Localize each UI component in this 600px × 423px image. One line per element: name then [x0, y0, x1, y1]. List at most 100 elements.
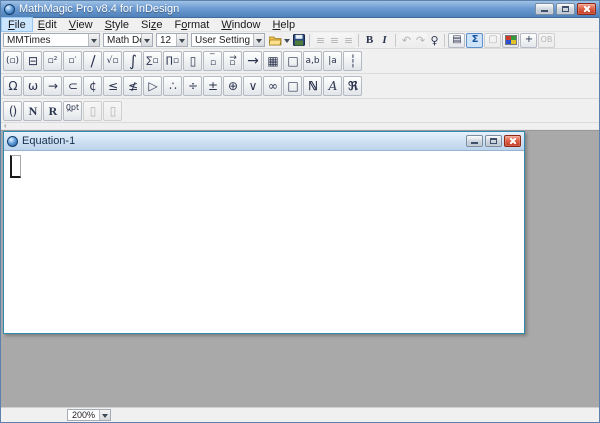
- menu-window[interactable]: Window: [215, 18, 266, 31]
- fence-style-button[interactable]: (): [3, 100, 22, 121]
- font-family-value: MMTimes: [7, 34, 51, 46]
- folder-open-icon: [269, 36, 282, 45]
- cent-symbol-button[interactable]: ¢: [83, 76, 102, 96]
- palette-scroll-hint[interactable]: ‹: [1, 122, 599, 130]
- maximize-button[interactable]: [556, 3, 575, 15]
- triangle-symbol-button[interactable]: ▷: [143, 76, 162, 96]
- integral-template-button[interactable]: ∫: [123, 51, 142, 71]
- sigma-palette-toggle[interactable]: Σ: [466, 32, 483, 48]
- slash-template-button[interactable]: ∕: [83, 51, 102, 71]
- vee-symbol-button[interactable]: ∨: [243, 76, 262, 96]
- plus-minus-symbol-button[interactable]: ±: [203, 76, 222, 96]
- color-palette-toggle[interactable]: [502, 32, 519, 48]
- menu-format[interactable]: Fo rmat: [168, 18, 215, 31]
- therefore-symbol-button[interactable]: ∴: [163, 76, 182, 96]
- lamp-button[interactable]: ♀: [427, 33, 441, 48]
- zoom-level-value: 200%: [72, 410, 96, 420]
- doc-maximize-button[interactable]: [485, 135, 502, 147]
- dropdown-arrow-icon[interactable]: [253, 34, 264, 46]
- menu-file[interactable]: File: [1, 17, 33, 32]
- bbb-n-symbol-button[interactable]: ℕ: [303, 76, 322, 96]
- document-title: Equation-1: [22, 135, 76, 147]
- bar-a-template-button[interactable]: |a: [323, 51, 342, 71]
- equation-cursor-slot: [10, 155, 21, 178]
- sum-template-button[interactable]: ∑▫: [143, 51, 162, 71]
- infinity-symbol-button[interactable]: ∞: [263, 76, 282, 96]
- menu-bar: File Edit View Style Si z e Fo rmat Window Help: [1, 17, 599, 32]
- right-arrow-symbol-button[interactable]: →: [43, 76, 62, 96]
- close-icon: [509, 137, 517, 145]
- zoom-level-select[interactable]: 200%: [67, 409, 112, 421]
- save-button[interactable]: [291, 33, 306, 48]
- script-a-symbol-button[interactable]: A: [323, 76, 342, 96]
- fence-template-button[interactable]: (▫): [3, 51, 22, 71]
- status-bar: 200%: [1, 407, 599, 422]
- document-title-bar[interactable]: Equation-1: [4, 132, 524, 151]
- menu-size[interactable]: Si z e: [135, 18, 168, 31]
- subset-symbol-button[interactable]: ⊂: [63, 76, 82, 96]
- overbar-template-button[interactable]: ‾ ▫: [203, 51, 222, 71]
- save-icon: [292, 34, 305, 46]
- menu-help[interactable]: Help: [266, 18, 301, 31]
- ab-list-template-button[interactable]: a,b: [303, 51, 322, 71]
- user-setting-select[interactable]: User Setting: [191, 33, 265, 47]
- palette-toggle-buttons: ▤ Σ ▢ + OB: [448, 32, 555, 48]
- fraktur-r-symbol-button[interactable]: ℜ: [343, 76, 362, 96]
- dropdown-arrow-icon[interactable]: [141, 34, 152, 46]
- maximize-icon: [490, 138, 497, 144]
- menu-style[interactable]: Style: [99, 18, 135, 31]
- zero-pt-button[interactable]: 0pt ^: [63, 100, 82, 121]
- font-size-value: 12: [160, 34, 172, 46]
- doc-close-button[interactable]: [504, 135, 521, 147]
- close-button[interactable]: [577, 3, 596, 15]
- template-palette-bar: (▫) ⊟ ▫² ▫′ ∕ √▫ ∫ ∑▫ ∏▫ ▯ ‾ ▫ → ▫ → ▦ □ a,b |a ┆: [1, 49, 599, 74]
- font-family-select[interactable]: MMTimes: [3, 33, 100, 47]
- r-style-button[interactable]: R: [43, 100, 62, 121]
- doc-minimize-button[interactable]: [466, 135, 483, 147]
- dropdown-arrow-icon[interactable]: [176, 34, 187, 46]
- long-arrow-template-button[interactable]: →: [243, 51, 262, 71]
- leq-symbol-button[interactable]: ≤: [103, 76, 122, 96]
- omega-upper-symbol-button[interactable]: Ω: [3, 76, 22, 96]
- bold-button[interactable]: B: [362, 33, 377, 48]
- menu-edit[interactable]: Edit: [32, 18, 63, 31]
- open-folder-button[interactable]: [268, 33, 283, 48]
- oplus-symbol-button[interactable]: ⊕: [223, 76, 242, 96]
- fraction-template-button[interactable]: ⊟: [23, 51, 42, 71]
- move-palette-toggle[interactable]: +: [520, 32, 537, 48]
- equation-document-window: Equation-1: [3, 131, 525, 334]
- arrow-over-template-button[interactable]: → ▫: [223, 51, 242, 71]
- product-template-button[interactable]: ∏▫: [163, 51, 182, 71]
- dropdown-arrow-icon[interactable]: [99, 410, 111, 420]
- script-template-button[interactable]: ▫²: [43, 51, 62, 71]
- history-buttons: ↶ ↷ ♀: [399, 32, 441, 48]
- not-leq-symbol-button[interactable]: ≰: [123, 76, 142, 96]
- square-symbol-button[interactable]: □: [283, 76, 302, 96]
- radical-template-button[interactable]: √▫: [103, 51, 122, 71]
- ob-palette-toggle: OB: [538, 32, 555, 48]
- font-size-select[interactable]: 12: [156, 33, 188, 47]
- minimize-button[interactable]: [535, 3, 554, 15]
- open-recent-arrow[interactable]: [283, 33, 291, 48]
- math-style-value: Math Defau: [107, 34, 141, 46]
- stack-template-button[interactable]: ▯: [183, 51, 202, 71]
- menu-view[interactable]: View: [63, 18, 99, 31]
- box-template-button[interactable]: □: [283, 51, 302, 71]
- title-bar: MathMagic Pro v8.4 for InDesign: [1, 1, 599, 18]
- math-style-select[interactable]: Math Defau: [103, 33, 153, 47]
- italic-button[interactable]: I: [377, 33, 392, 48]
- workspace: Equation-1: [1, 130, 599, 407]
- ruler-template-button[interactable]: ┆: [343, 51, 362, 71]
- matrix-template-button[interactable]: ▦: [263, 51, 282, 71]
- n-style-button[interactable]: N: [23, 100, 42, 121]
- dropdown-arrow-icon[interactable]: [88, 34, 99, 46]
- window-palette-toggle: ▢: [484, 32, 501, 48]
- divide-symbol-button[interactable]: ÷: [183, 76, 202, 96]
- equation-canvas[interactable]: [4, 151, 524, 332]
- prime-template-button[interactable]: ▫′: [63, 51, 82, 71]
- keyboard-palette-toggle[interactable]: ▤: [448, 32, 465, 48]
- omega-lower-symbol-button[interactable]: ω: [23, 76, 42, 96]
- undo-button: ↶: [399, 32, 413, 48]
- close-icon: [583, 5, 591, 13]
- redo-button: ↷: [413, 32, 427, 48]
